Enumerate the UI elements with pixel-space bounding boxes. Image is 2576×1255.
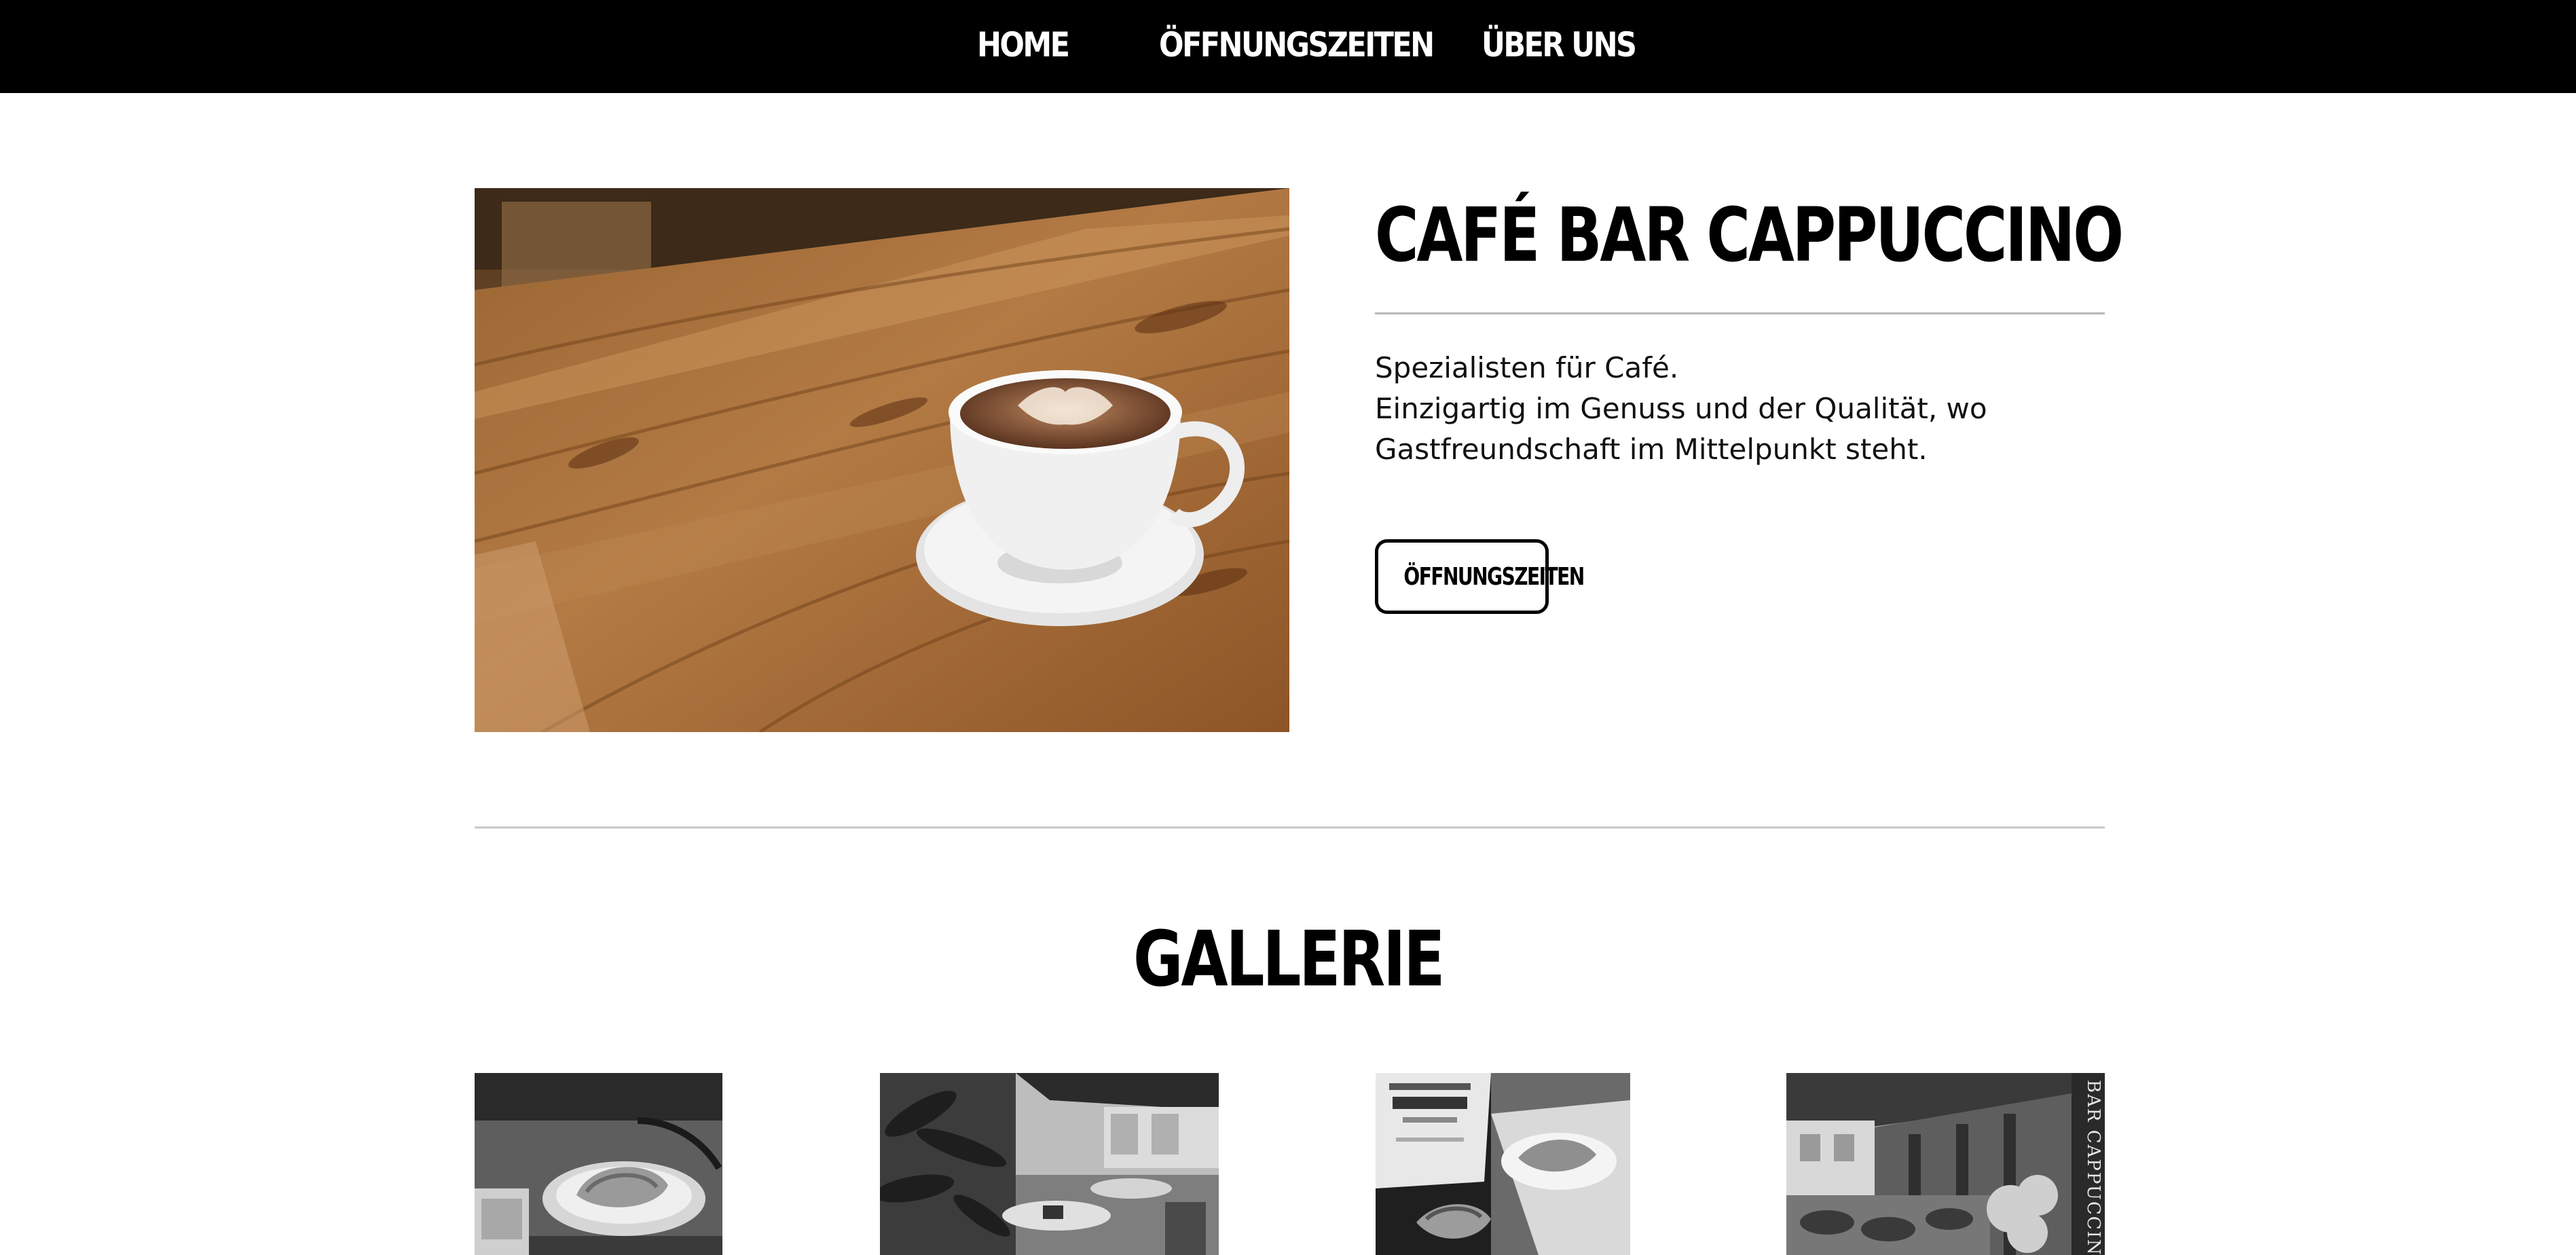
nav-link-opening-hours[interactable]: ÖFFNUNGSZEITEN [1159,0,1435,93]
nav-link-about-us[interactable]: ÜBER UNS [1482,0,1637,93]
toast-plate-photo-icon [475,1073,722,1255]
opening-hours-button[interactable]: ÖFFNUNGSZEITEN [1375,539,1585,614]
hero-description-line: Einzigartig im Genuss und der Qualität, … [1375,392,1987,425]
top-navigation: HOME ÖFFNUNGSZEITEN ÜBER UNS [0,0,2576,93]
coffee-cup-icon [475,188,1289,732]
hero-description-line: Gastfreundschaft im Mittelpunkt steht. [1375,433,1928,466]
page-title: CAFÉ BAR CAPPUCCINO [1375,192,2124,278]
hero-description-line: Spezialisten für Café. [1375,351,1679,384]
gallery-image-1[interactable] [475,1073,722,1255]
terrace-umbrella-photo-icon [880,1073,1219,1255]
svg-text:BAR CAPPUCCINO: BAR CAPPUCCINO [2083,1080,2103,1255]
opening-hours-button-label: ÖFFNUNGSZEITEN [1403,562,1585,591]
title-divider [1375,312,2105,314]
gallery-heading-text: GALLERIE [1133,915,1445,1004]
gallery-image-4[interactable]: BAR CAPPUCCINO [1786,1073,2105,1255]
section-divider [475,826,2105,829]
gallery-image-2[interactable] [880,1073,1219,1255]
hero-description: Spezialisten für Café. Einzigartig im Ge… [1375,348,2108,470]
gallery-image-3[interactable] [1376,1073,1630,1255]
gallery-heading: GALLERIE [0,909,2576,1011]
nav-link-home[interactable]: HOME [977,0,1070,93]
hero-coffee-image [475,188,1289,732]
cafe-menu-photo-icon [1376,1073,1630,1255]
street-terrace-photo-icon: BAR CAPPUCCINO [1786,1073,2105,1255]
